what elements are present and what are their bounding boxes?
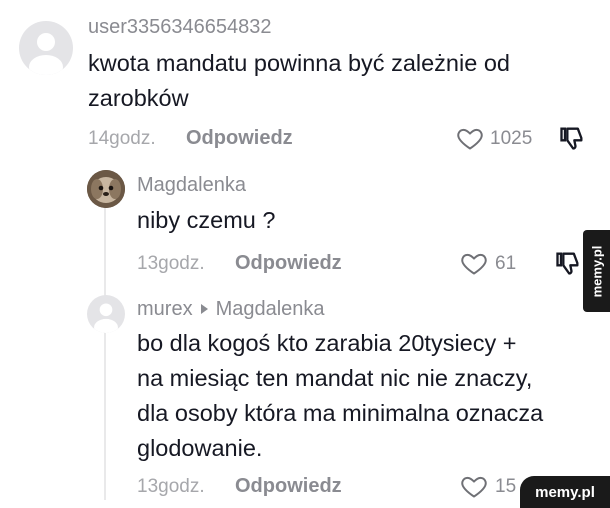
comment-timestamp: 13godz. [137, 476, 205, 497]
comment-text-line: bo dla kogoś kto zarabia 20tysiecy + [137, 330, 517, 356]
watermark-text: memy.pl [589, 245, 604, 297]
heart-icon[interactable] [459, 249, 489, 277]
default-avatar-icon [94, 303, 118, 333]
avatar[interactable] [87, 295, 125, 333]
like-count: 61 [495, 253, 517, 274]
default-avatar-icon [29, 33, 63, 75]
comment-username[interactable]: murex [137, 298, 193, 320]
comment-text-line: dla osoby która ma minimalna oznacza [137, 400, 544, 426]
reply-button[interactable]: Odpowiedz [235, 475, 342, 498]
comment-timestamp: 13godz. [137, 253, 205, 274]
reply-button[interactable]: Odpowiedz [235, 252, 342, 275]
heart-icon[interactable] [455, 124, 485, 152]
comment-username[interactable]: user3356346654832 [88, 16, 272, 39]
watermark-bottom: memy.pl [520, 476, 610, 508]
avatar[interactable] [19, 21, 73, 75]
thread-line [104, 203, 106, 500]
heart-icon[interactable] [459, 472, 489, 500]
dislike-icon[interactable] [558, 124, 586, 152]
reply-arrow-icon [200, 303, 208, 314]
avatar[interactable] [87, 170, 125, 208]
watermark-side: memy.pl [583, 230, 610, 312]
dog-photo-avatar [87, 170, 125, 208]
like-count: 15 [495, 476, 517, 497]
like-count: 1025 [490, 128, 533, 149]
reply-to-username[interactable]: Magdalenka [216, 298, 325, 320]
reply-button[interactable]: Odpowiedz [186, 127, 293, 150]
comment-text-line: na miesiąc ten mandat nic nie znaczy, [137, 365, 533, 391]
comment-timestamp: 14godz. [88, 128, 156, 149]
comment-text-line: glodowanie. [137, 435, 263, 461]
comment-username[interactable]: Magdalenka [137, 174, 246, 197]
comment-text-line: zarobków [88, 85, 189, 111]
dislike-icon[interactable] [554, 249, 582, 277]
comment-text-line: niby czemu ? [137, 207, 276, 233]
comment-username-with-reply: murex Magdalenka [137, 298, 325, 321]
comment-text-line: kwota mandatu powinna być zależnie od [88, 50, 510, 76]
